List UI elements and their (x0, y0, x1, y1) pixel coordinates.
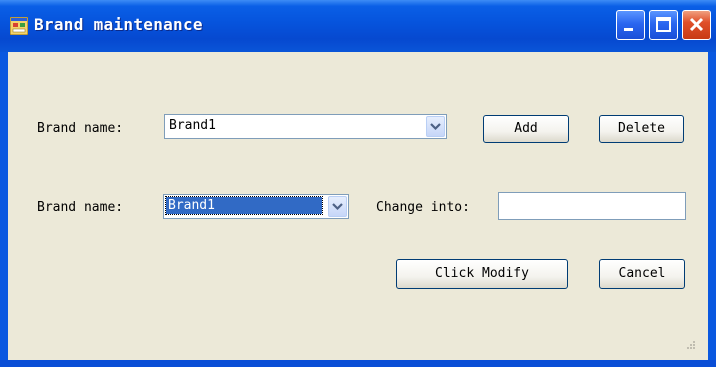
window-title: Brand maintenance (34, 15, 203, 34)
form-client-area: Brand name: Brand1 Add Delete Brand name… (8, 52, 708, 360)
brand-name-label-2: Brand name: (37, 200, 124, 215)
maximize-button[interactable] (649, 10, 678, 40)
change-into-label: Change into: (376, 200, 470, 215)
form-app-icon[interactable] (9, 16, 29, 36)
close-icon (689, 17, 704, 32)
maximize-icon (656, 17, 671, 32)
change-into-input[interactable] (498, 192, 686, 220)
minimize-icon (624, 28, 633, 31)
brand-combo-selected-value: Brand1 (165, 196, 323, 215)
window-bottom-border (0, 360, 716, 367)
minimize-button[interactable] (616, 10, 645, 40)
brand-name-combo-add[interactable]: Brand1 (164, 114, 447, 139)
chevron-down-icon (430, 123, 441, 131)
dropdown-arrow-button[interactable] (328, 196, 347, 217)
cancel-button[interactable]: Cancel (599, 259, 685, 289)
click-modify-button[interactable]: Click Modify (396, 259, 568, 289)
resize-grip-icon[interactable] (686, 340, 696, 350)
brand-name-label-1: Brand name: (37, 121, 124, 136)
dropdown-arrow-button[interactable] (426, 116, 445, 137)
close-button[interactable] (682, 10, 711, 40)
delete-button[interactable]: Delete (599, 115, 684, 143)
title-bar[interactable]: Brand maintenance (0, 0, 716, 52)
brand-maintenance-window: Brand maintenance Brand name: Brand1 Add… (0, 0, 716, 367)
add-button[interactable]: Add (483, 115, 569, 143)
brand-combo-value: Brand1 (169, 118, 216, 133)
chevron-down-icon (332, 203, 343, 211)
brand-name-combo-modify[interactable]: Brand1 (163, 194, 349, 219)
